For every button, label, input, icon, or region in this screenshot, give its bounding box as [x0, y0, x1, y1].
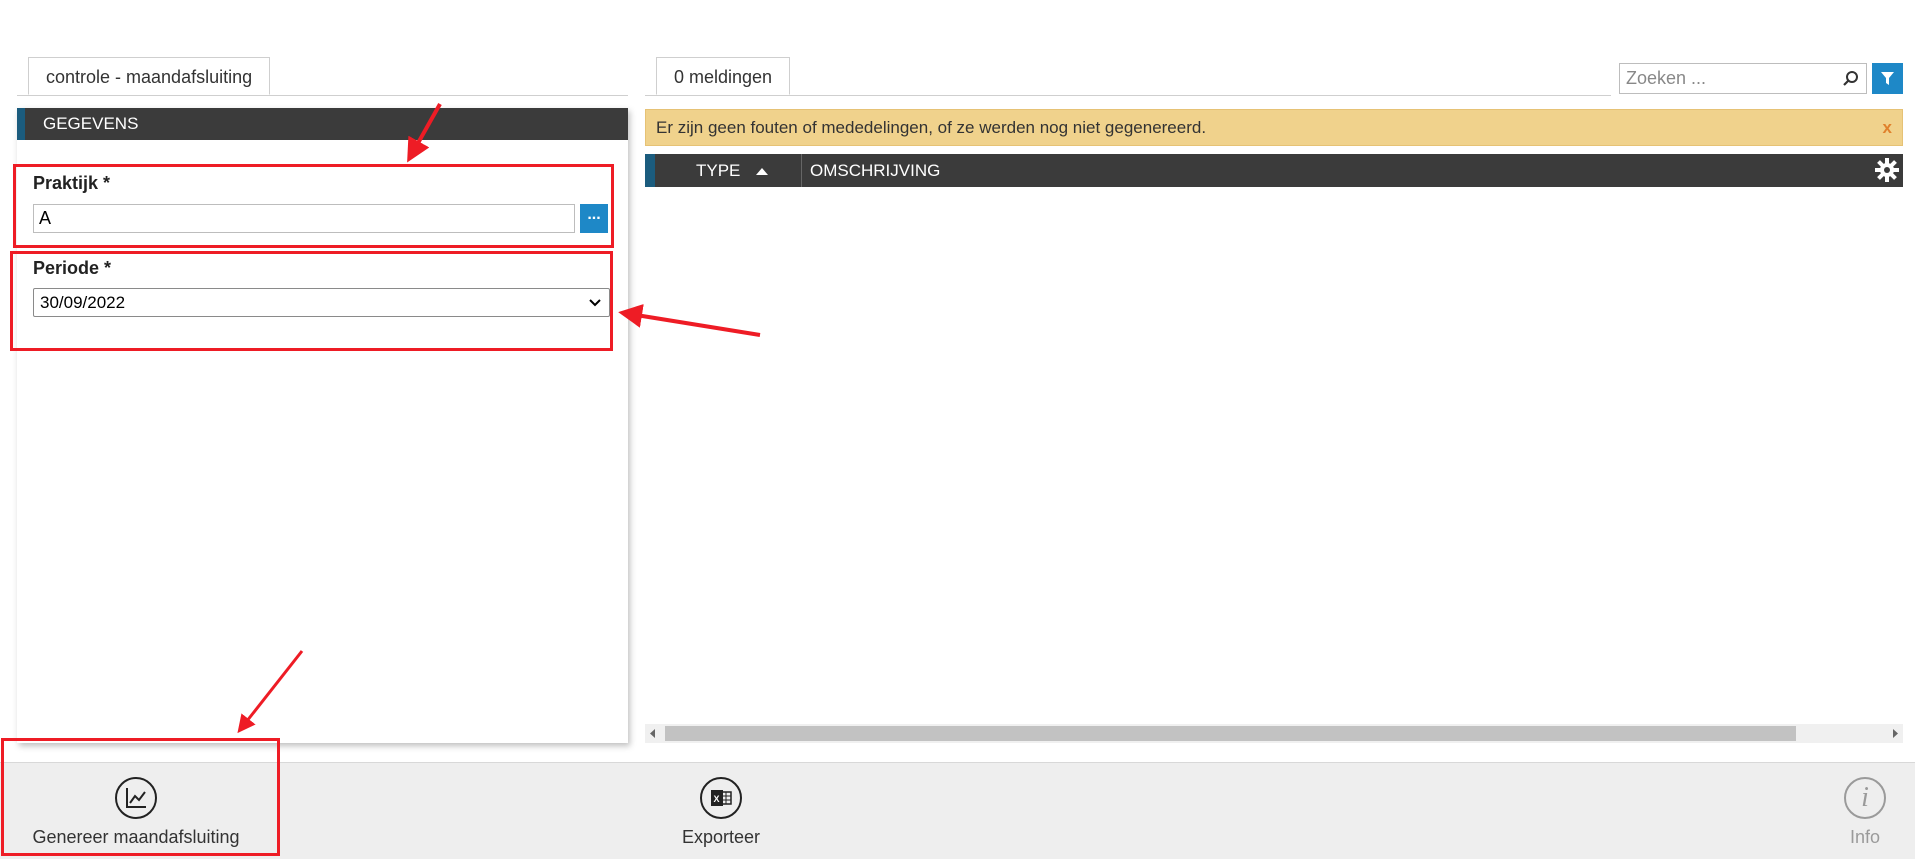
scrollbar-thumb[interactable] — [665, 726, 1796, 741]
column-header-omschrijving[interactable]: OMSCHRIJVING — [802, 154, 1802, 187]
alert-close-button[interactable]: x — [1883, 110, 1892, 145]
tab-label: 0 meldingen — [674, 67, 773, 87]
scroll-left-icon[interactable] — [645, 724, 661, 743]
search-placeholder: Zoeken ... — [1626, 68, 1707, 88]
tab-controle-maandafsluiting[interactable]: controle - maandafsluiting — [28, 57, 271, 95]
filter-button[interactable] — [1872, 63, 1903, 94]
filter-icon — [1881, 72, 1894, 85]
export-button[interactable]: X Exporteer — [661, 763, 781, 859]
sort-asc-icon — [756, 168, 768, 175]
scroll-right-icon[interactable] — [1887, 724, 1903, 743]
tab-meldingen[interactable]: 0 meldingen — [656, 57, 791, 95]
column-label: TYPE — [696, 161, 741, 180]
right-tabstrip: 0 meldingen — [645, 57, 1611, 96]
svg-text:X: X — [714, 794, 720, 804]
gear-icon[interactable] — [1874, 157, 1900, 183]
footer-toolbar: Genereer maandafsluiting X Exporteer i I… — [0, 762, 1915, 859]
info-icon: i — [1844, 777, 1886, 819]
left-tabstrip: controle - maandafsluiting — [17, 57, 628, 96]
export-label: Exporteer — [681, 827, 761, 847]
annotation-box-generate — [1, 738, 280, 856]
grid-header: TYPE OMSCHRIJVING — [645, 154, 1903, 187]
section-header: GEGEVENS — [17, 108, 628, 140]
annotation-arrow-periode — [618, 304, 761, 337]
tab-label: controle - maandafsluiting — [46, 67, 253, 87]
search-icon[interactable] — [1842, 70, 1860, 88]
column-header-type[interactable]: TYPE — [655, 154, 802, 187]
horizontal-scrollbar[interactable] — [645, 724, 1903, 743]
info-label: Info — [1849, 827, 1881, 847]
annotation-box-periode — [10, 251, 613, 351]
excel-icon: X — [700, 777, 742, 819]
column-label: OMSCHRIJVING — [810, 161, 941, 180]
info-alert: Er zijn geen fouten of mededelingen, of … — [645, 109, 1903, 146]
info-button[interactable]: i Info — [1815, 763, 1915, 859]
search-input[interactable]: Zoeken ... — [1619, 63, 1867, 94]
alert-message: Er zijn geen fouten of mededelingen, of … — [656, 118, 1207, 137]
annotation-box-praktijk — [13, 164, 614, 248]
